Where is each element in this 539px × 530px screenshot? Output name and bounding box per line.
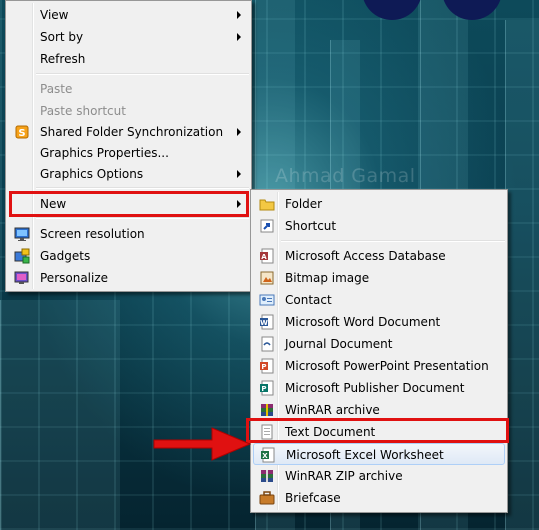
- powerpoint-icon: P: [259, 358, 275, 374]
- winrar-zip-icon: [259, 468, 275, 484]
- briefcase-icon: [259, 490, 275, 506]
- menu-item-label: Graphics Properties...: [40, 146, 169, 160]
- menu-item-refresh[interactable]: Refresh: [8, 48, 249, 70]
- excel-worksheet-icon: X: [260, 447, 276, 463]
- submenu-item-label: WinRAR archive: [285, 403, 380, 417]
- menu-item-label: Graphics Options: [40, 167, 144, 181]
- desktop-context-menu: View Sort by Refresh Paste Paste shortcu…: [5, 0, 252, 292]
- submenu-item-label: WinRAR ZIP archive: [285, 469, 403, 483]
- background-pillar: [505, 20, 539, 530]
- menu-item-gadgets[interactable]: Gadgets: [8, 245, 249, 267]
- new-submenu: Folder Shortcut A Microsoft Access Datab…: [250, 189, 508, 513]
- submenu-item-contact[interactable]: Contact: [253, 289, 505, 311]
- menu-item-paste-shortcut[interactable]: Paste shortcut: [8, 100, 249, 122]
- screen-resolution-icon: [14, 226, 30, 242]
- shared-folder-sync-icon: S: [14, 124, 30, 140]
- submenu-item-label: Microsoft Access Database: [285, 249, 446, 263]
- menu-item-label: Paste shortcut: [40, 104, 126, 118]
- red-pointer-arrow-icon: [153, 427, 252, 461]
- publisher-icon: P: [259, 380, 275, 396]
- gadgets-icon: [14, 248, 30, 264]
- journal-document-icon: [259, 336, 275, 352]
- submenu-arrow-icon: [237, 128, 241, 136]
- svg-text:P: P: [261, 363, 266, 371]
- submenu-item-label: Contact: [285, 293, 332, 307]
- background-pillar: [0, 300, 120, 530]
- menu-item-graphics-properties[interactable]: Graphics Properties...: [8, 142, 249, 164]
- folder-icon: [259, 196, 275, 212]
- submenu-item-microsoft-publisher-document[interactable]: P Microsoft Publisher Document: [253, 377, 505, 399]
- submenu-item-briefcase[interactable]: Briefcase: [253, 487, 505, 509]
- menu-item-label: Sort by: [40, 30, 84, 44]
- menu-item-screen-resolution[interactable]: Screen resolution: [8, 223, 249, 245]
- menu-item-label: Refresh: [40, 52, 86, 66]
- menu-separator: [36, 217, 249, 219]
- menu-item-graphics-options[interactable]: Graphics Options: [8, 163, 249, 185]
- submenu-item-journal-document[interactable]: Journal Document: [253, 333, 505, 355]
- submenu-item-label: Briefcase: [285, 491, 341, 505]
- submenu-item-label: Microsoft Publisher Document: [285, 381, 465, 395]
- personalize-icon: [14, 270, 30, 286]
- submenu-item-label: Bitmap image: [285, 271, 370, 285]
- submenu-arrow-icon: [237, 200, 241, 208]
- contact-icon: [259, 292, 275, 308]
- menu-item-label: Personalize: [40, 271, 109, 285]
- submenu-item-label: Shortcut: [285, 219, 337, 233]
- submenu-item-microsoft-excel-worksheet[interactable]: X Microsoft Excel Worksheet: [253, 443, 505, 465]
- menu-separator: [36, 73, 249, 75]
- submenu-item-bitmap-image[interactable]: Bitmap image: [253, 267, 505, 289]
- menu-item-view[interactable]: View: [8, 4, 249, 26]
- submenu-item-microsoft-powerpoint-presentation[interactable]: P Microsoft PowerPoint Presentation: [253, 355, 505, 377]
- submenu-item-label: Microsoft Excel Worksheet: [286, 448, 444, 462]
- submenu-item-label: Folder: [285, 197, 323, 211]
- submenu-item-winrar-archive[interactable]: WinRAR archive: [253, 399, 505, 421]
- submenu-arrow-icon: [237, 170, 241, 178]
- submenu-item-microsoft-word-document[interactable]: W Microsoft Word Document: [253, 311, 505, 333]
- svg-text:X: X: [262, 452, 268, 460]
- menu-separator: [36, 187, 249, 189]
- shortcut-icon: [259, 218, 275, 234]
- submenu-item-label: Text Document: [285, 425, 376, 439]
- svg-text:A: A: [261, 253, 267, 261]
- menu-item-label: Paste: [40, 82, 73, 96]
- submenu-item-shortcut[interactable]: Shortcut: [253, 215, 505, 237]
- submenu-item-label: Microsoft Word Document: [285, 315, 441, 329]
- winrar-archive-icon: [259, 402, 275, 418]
- access-database-icon: A: [259, 248, 275, 264]
- menu-item-label: Screen resolution: [40, 227, 145, 241]
- submenu-arrow-icon: [237, 33, 241, 41]
- menu-item-label: View: [40, 8, 69, 22]
- submenu-item-label: Microsoft PowerPoint Presentation: [285, 359, 489, 373]
- svg-text:S: S: [18, 128, 25, 139]
- menu-separator: [281, 240, 505, 242]
- submenu-item-text-document[interactable]: Text Document: [253, 421, 505, 443]
- svg-text:W: W: [260, 319, 268, 327]
- menu-item-shared-folder-synchronization[interactable]: S Shared Folder Synchronization: [8, 121, 249, 143]
- submenu-arrow-icon: [237, 11, 241, 19]
- submenu-item-folder[interactable]: Folder: [253, 193, 505, 215]
- menu-item-paste[interactable]: Paste: [8, 78, 249, 100]
- menu-item-label: Shared Folder Synchronization: [40, 125, 224, 139]
- submenu-item-winrar-zip-archive[interactable]: WinRAR ZIP archive: [253, 465, 505, 487]
- submenu-item-microsoft-access-database[interactable]: A Microsoft Access Database: [253, 245, 505, 267]
- menu-item-new[interactable]: New: [8, 193, 249, 215]
- menu-item-label: Gadgets: [40, 249, 91, 263]
- text-document-icon: [259, 424, 275, 440]
- svg-text:P: P: [261, 385, 266, 393]
- watermark-text: Ahmad Gamal: [275, 165, 416, 187]
- menu-item-sort-by[interactable]: Sort by: [8, 26, 249, 48]
- menu-item-label: New: [40, 197, 67, 211]
- menu-item-personalize[interactable]: Personalize: [8, 267, 249, 289]
- submenu-item-label: Journal Document: [285, 337, 393, 351]
- bitmap-image-icon: [259, 270, 275, 286]
- word-document-icon: W: [259, 314, 275, 330]
